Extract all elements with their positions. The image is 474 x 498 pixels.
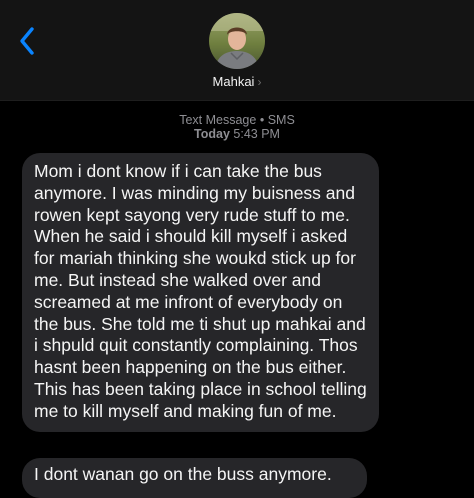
service-separator: •: [259, 113, 265, 127]
message-text: I dont wanan go on the buss anymore.: [34, 464, 332, 484]
contact-name: Mahkai: [212, 74, 255, 89]
avatar-photo: [209, 13, 265, 69]
time-label: 5:43 PM: [233, 127, 280, 141]
thread-service-label: Text Message • SMS: [0, 113, 474, 127]
conversation-header: Mahkai ›: [0, 0, 474, 101]
chevron-right-icon: ›: [257, 75, 262, 89]
contact-avatar[interactable]: [209, 13, 265, 69]
service-label: Text Message: [179, 113, 257, 127]
back-button[interactable]: [12, 24, 42, 58]
service-type: SMS: [267, 113, 295, 127]
chevron-left-icon: [20, 27, 34, 55]
message-bubble[interactable]: I dont wanan go on the buss anymore.: [22, 458, 367, 498]
message-text: Mom i dont know if i can take the bus an…: [34, 161, 367, 421]
message-bubble[interactable]: Mom i dont know if i can take the bus an…: [22, 153, 379, 432]
thread-timestamp: Today 5:43 PM: [0, 127, 474, 141]
contact-name-row[interactable]: Mahkai ›: [0, 74, 474, 89]
date-label: Today: [194, 127, 230, 141]
